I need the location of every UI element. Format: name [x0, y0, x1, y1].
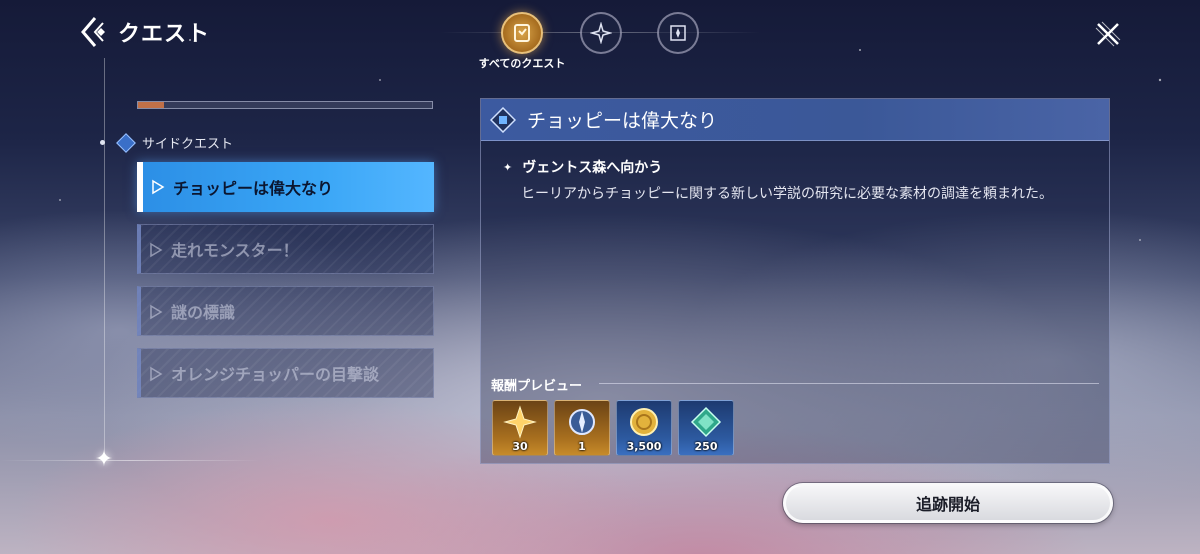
- gold-coin-icon: [630, 408, 658, 436]
- rewards-label: 報酬プレビュー: [491, 379, 583, 394]
- header: クエスト: [78, 14, 210, 50]
- bullet-icon: [100, 140, 105, 145]
- scroll-icon: [514, 24, 530, 42]
- quest-objective: ✦ ヴェントス森へ向かう: [503, 157, 662, 177]
- reward-item[interactable]: 3,500: [616, 400, 672, 456]
- quest-item-label: 謎の標識: [171, 303, 236, 322]
- reward-item[interactable]: 1: [554, 400, 610, 456]
- category-side-quests: サイドクエスト: [100, 132, 234, 153]
- star-emblem-icon: [590, 22, 612, 44]
- tab-active-label: すべてのクエスト: [478, 57, 566, 70]
- quest-title: チョッピーは偉大なり: [527, 110, 718, 132]
- quest-detail-header: チョッピーは偉大なり: [481, 99, 1109, 141]
- reward-count: 30: [512, 440, 528, 453]
- silver-compass-icon: [569, 409, 595, 435]
- reward-count: 3,500: [626, 440, 662, 453]
- tab-all-quests[interactable]: [501, 12, 543, 54]
- green-gem-icon: [690, 406, 722, 438]
- rewards-divider: [599, 383, 1099, 384]
- quest-progress-fill: [138, 102, 165, 108]
- quest-item[interactable]: 走れモンスター！: [137, 224, 434, 274]
- square-emblem-icon: [670, 25, 686, 41]
- reward-count: 1: [578, 440, 586, 453]
- page-title: クエスト: [118, 22, 211, 47]
- play-arrow-icon: [150, 242, 163, 258]
- quest-item[interactable]: 謎の標識: [137, 286, 434, 336]
- quest-description: ヒーリアからチョッピーに関する新しい学説の研究に必要な素材の調達を頼まれた。: [521, 186, 1053, 202]
- frame-line: [104, 58, 105, 458]
- track-quest-button[interactable]: 追跡開始: [783, 483, 1113, 523]
- close-button[interactable]: [1092, 18, 1124, 50]
- objective-star-icon: ✦: [503, 160, 513, 174]
- objective-text: ヴェントス森へ向かう: [522, 160, 663, 176]
- category-label: サイドクエスト: [142, 137, 234, 152]
- reward-item[interactable]: 30: [492, 400, 548, 456]
- back-chevron-icon: [81, 17, 105, 47]
- close-icon: [1095, 21, 1121, 47]
- quest-item-label: チョッピーは偉大なり: [173, 179, 334, 198]
- play-arrow-icon: [152, 179, 165, 195]
- quest-detail-panel: チョッピーは偉大なり ✦ ヴェントス森へ向かう ヒーリアからチョッピーに関する新…: [480, 98, 1110, 464]
- side-quest-emblem-icon: [489, 106, 517, 134]
- reward-count: 250: [694, 440, 718, 453]
- back-button[interactable]: [78, 14, 110, 50]
- quest-item-label: 走れモンスター！: [171, 241, 299, 260]
- quest-item-active[interactable]: チョッピーは偉大なり: [137, 162, 434, 212]
- tab-main-quests[interactable]: [580, 12, 622, 54]
- reward-item[interactable]: 250: [678, 400, 734, 456]
- frame-line: [0, 460, 260, 461]
- sparkle-icon: ✦: [94, 447, 114, 472]
- tab-daily-quests[interactable]: [657, 12, 699, 54]
- side-quest-icon: [116, 132, 136, 153]
- play-arrow-icon: [150, 366, 163, 382]
- quest-item-label: オレンジチョッパーの目撃談: [171, 365, 380, 384]
- play-arrow-icon: [150, 304, 163, 320]
- gold-star-crystal-icon: [503, 405, 537, 439]
- quest-progress-bar: [137, 101, 433, 109]
- quest-item[interactable]: オレンジチョッパーの目撃談: [137, 348, 434, 398]
